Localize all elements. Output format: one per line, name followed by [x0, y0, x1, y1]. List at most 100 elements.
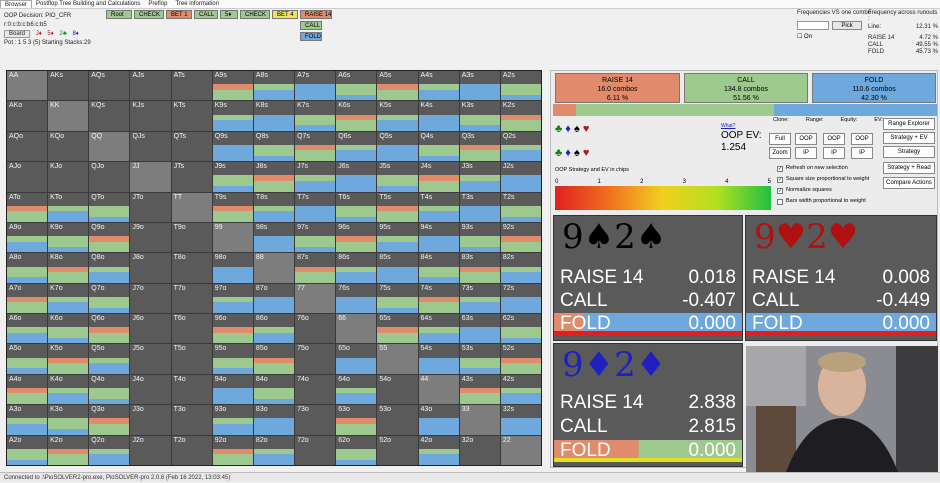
- hand-cell[interactable]: K2o: [48, 435, 89, 465]
- hand-cell[interactable]: QJs: [130, 131, 171, 162]
- hand-cell[interactable]: KTs: [171, 101, 212, 131]
- square-size-checkbox[interactable]: ✓ Square size proportional to weight: [777, 174, 869, 185]
- hand-cell[interactable]: A5o: [7, 344, 48, 374]
- hand-cell[interactable]: A3s: [459, 71, 500, 101]
- hand-cell[interactable]: 65s: [377, 314, 418, 344]
- hand-cell[interactable]: 88: [253, 253, 295, 283]
- hand-cell[interactable]: 93o: [212, 405, 253, 435]
- hand-cell[interactable]: 84o: [253, 374, 295, 405]
- hand-cell[interactable]: K7o: [48, 283, 89, 314]
- hand-cell[interactable]: Q4s: [418, 131, 459, 162]
- hand-cell[interactable]: Q7o: [89, 283, 130, 314]
- hand-cell[interactable]: 43s: [459, 374, 500, 405]
- hand-cell[interactable]: 94s: [418, 222, 459, 253]
- menu-browser[interactable]: Browser: [0, 0, 33, 8]
- hand-cell[interactable]: T3s: [459, 192, 500, 222]
- hand-cell[interactable]: Q9s: [212, 131, 253, 162]
- tree-node-3[interactable]: CALL: [194, 10, 218, 19]
- hand-cell[interactable]: AKo: [7, 101, 48, 131]
- ev-ip-button[interactable]: IP: [851, 147, 873, 159]
- hand-cell[interactable]: JJ: [130, 162, 171, 192]
- hand-cell[interactable]: AQs: [89, 71, 130, 101]
- equity-ip-button[interactable]: IP: [823, 147, 845, 159]
- hand-cell[interactable]: 65o: [336, 344, 377, 374]
- hand-cell[interactable]: K4s: [418, 101, 459, 131]
- hand-cell[interactable]: T5o: [171, 344, 212, 374]
- hand-cell[interactable]: Q5o: [89, 344, 130, 374]
- hand-cell[interactable]: J6o: [130, 314, 171, 344]
- hand-cell[interactable]: 85s: [377, 253, 418, 283]
- hand-cell[interactable]: 86s: [336, 253, 377, 283]
- hand-cell[interactable]: ATs: [171, 71, 212, 101]
- hand-cell[interactable]: 86o: [253, 314, 295, 344]
- hand-cell[interactable]: 96s: [336, 222, 377, 253]
- hand-cell[interactable]: Q2o: [89, 435, 130, 465]
- hand-cell[interactable]: 44: [418, 374, 459, 405]
- hand-cell[interactable]: A7o: [7, 283, 48, 314]
- board-button[interactable]: Board: [4, 30, 31, 38]
- hand-cell[interactable]: QTs: [171, 131, 212, 162]
- hand-cell[interactable]: 73o: [295, 405, 336, 435]
- pick-button[interactable]: Pick: [832, 21, 862, 30]
- hand-cell[interactable]: J3o: [130, 405, 171, 435]
- hand-cell[interactable]: Q9o: [89, 222, 130, 253]
- hand-cell[interactable]: 72o: [295, 435, 336, 465]
- hand-cell[interactable]: 83o: [253, 405, 295, 435]
- tree-node-2[interactable]: BET 1: [166, 10, 192, 19]
- hand-cell[interactable]: 96o: [212, 314, 253, 344]
- strategy-read-button[interactable]: Strategy + Read: [883, 162, 935, 174]
- hand-cell[interactable]: 73s: [459, 283, 500, 314]
- hand-cell[interactable]: 72s: [500, 283, 541, 314]
- hand-cell[interactable]: K6o: [48, 314, 89, 344]
- tree-node-5[interactable]: CHECK: [240, 10, 270, 19]
- hand-cell[interactable]: T3o: [171, 405, 212, 435]
- hand-cell[interactable]: 42s: [500, 374, 541, 405]
- hand-cell[interactable]: K7s: [295, 101, 336, 131]
- hand-cell[interactable]: 95o: [212, 344, 253, 374]
- hand-cell[interactable]: 53o: [377, 405, 418, 435]
- hand-cell[interactable]: QQ: [89, 131, 130, 162]
- hand-cell[interactable]: 43o: [418, 405, 459, 435]
- hand-cell[interactable]: 82o: [253, 435, 295, 465]
- menu-postflop[interactable]: Postflop Tree Building and Calculations: [32, 0, 144, 8]
- tree-node-1[interactable]: CHECK: [134, 10, 164, 19]
- hand-cell[interactable]: Q2s: [500, 131, 541, 162]
- hand-cell[interactable]: T7s: [295, 192, 336, 222]
- hand-cell[interactable]: A5s: [377, 71, 418, 101]
- tree-node-4[interactable]: 5♦: [220, 10, 238, 19]
- hand-cell[interactable]: 63o: [336, 405, 377, 435]
- hand-cell[interactable]: ATo: [7, 192, 48, 222]
- hand-cell[interactable]: A8o: [7, 253, 48, 283]
- suit-selector[interactable]: ♣ ♦ ♠ ♥ ♣ ♦ ♠ ♥: [555, 123, 589, 159]
- what-link[interactable]: What?: [721, 123, 735, 129]
- hand-cell[interactable]: 87s: [295, 253, 336, 283]
- hand-cell[interactable]: J5o: [130, 344, 171, 374]
- hand-cell[interactable]: Q6o: [89, 314, 130, 344]
- hand-cell[interactable]: 75o: [295, 344, 336, 374]
- full-button[interactable]: Full: [769, 133, 791, 145]
- hand-cell[interactable]: T6o: [171, 314, 212, 344]
- hand-cell[interactable]: 76s: [336, 283, 377, 314]
- range-ip-button[interactable]: IP: [795, 147, 817, 159]
- hand-cell[interactable]: T4s: [418, 192, 459, 222]
- hand-cell[interactable]: Q8s: [253, 131, 295, 162]
- hand-cell[interactable]: AJs: [130, 71, 171, 101]
- hand-cell[interactable]: 55: [377, 344, 418, 374]
- hand-cell[interactable]: 97o: [212, 283, 253, 314]
- hand-cell[interactable]: T5s: [377, 192, 418, 222]
- hand-cell[interactable]: A4o: [7, 374, 48, 405]
- hand-cell[interactable]: T2o: [171, 435, 212, 465]
- hand-cell[interactable]: 99: [212, 222, 253, 253]
- hand-cell[interactable]: 98o: [212, 253, 253, 283]
- hand-cell[interactable]: Q7s: [295, 131, 336, 162]
- hand-cell[interactable]: 22: [500, 435, 541, 465]
- hand-cell[interactable]: T8s: [253, 192, 295, 222]
- hand-cell[interactable]: 85o: [253, 344, 295, 374]
- combo-card-hearts[interactable]: 9♥2♥ RAISE 14 0.008 CALL -0.449 FOLD 0.000: [745, 215, 937, 341]
- hand-cell[interactable]: 98s: [253, 222, 295, 253]
- hand-cell[interactable]: 83s: [459, 253, 500, 283]
- hand-cell[interactable]: 82s: [500, 253, 541, 283]
- on-checkbox[interactable]: ☐ On: [797, 33, 812, 40]
- tree-subnode-1[interactable]: FOLD: [300, 32, 322, 41]
- hand-cell[interactable]: T9s: [212, 192, 253, 222]
